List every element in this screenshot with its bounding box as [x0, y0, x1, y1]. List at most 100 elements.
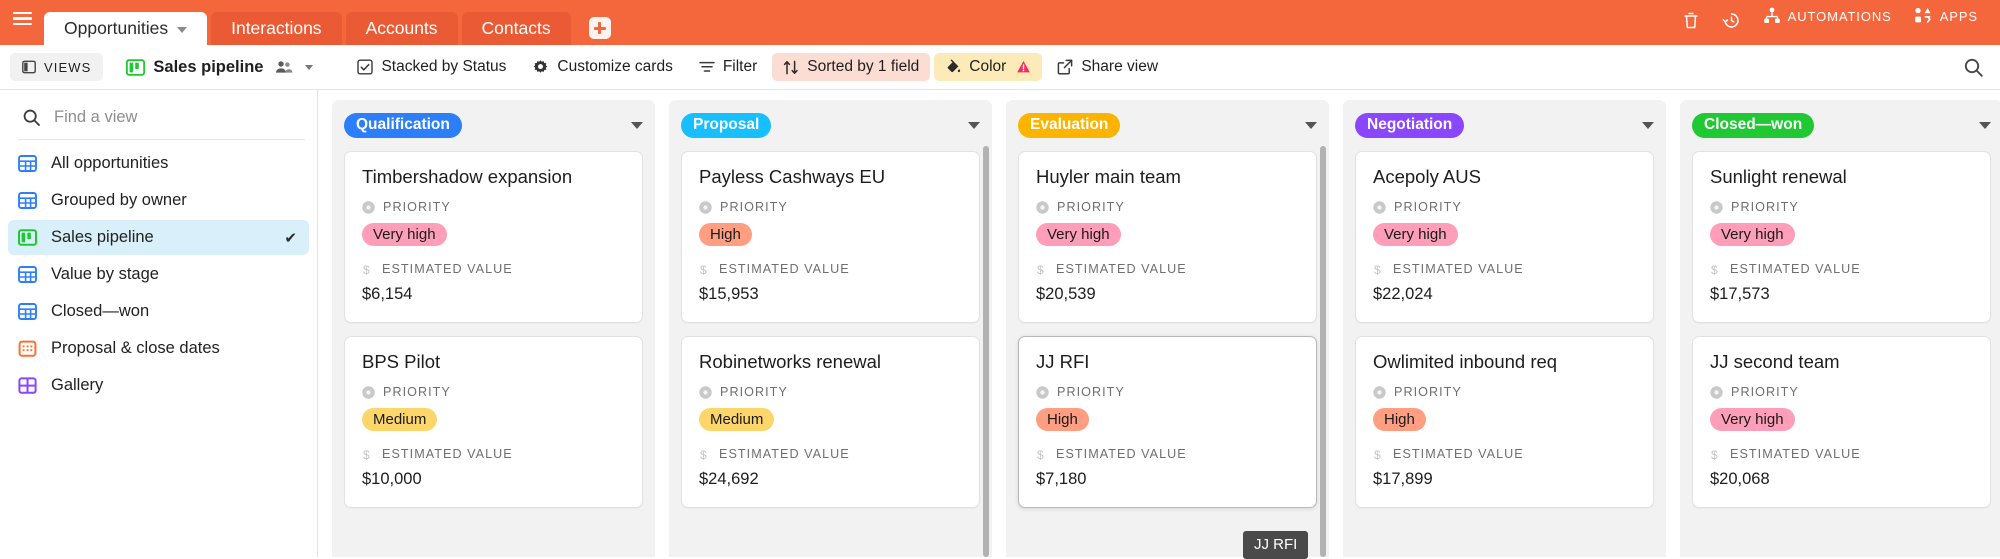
- customize-cards-button[interactable]: Customize cards: [521, 53, 683, 81]
- chevron-down-icon[interactable]: [305, 64, 314, 70]
- hamburger-menu-button[interactable]: [0, 0, 44, 45]
- priority-tag: Very high: [1710, 223, 1795, 246]
- field-label-value: $ ESTIMATED VALUE: [699, 447, 962, 461]
- estimated-value: $17,899: [1373, 470, 1433, 488]
- kanban-column-proposal: Proposal Payless Cashways EU PRIORITY Hi…: [669, 100, 992, 557]
- priority-tag: Very high: [1373, 223, 1458, 246]
- priority-tag: Very high: [362, 223, 447, 246]
- tab-accounts[interactable]: Accounts: [345, 12, 458, 45]
- kanban-card[interactable]: JJ second team PRIORITY Very high $ ESTI…: [1692, 336, 1991, 508]
- card-field-priority: PRIORITY Medium: [362, 385, 625, 431]
- svg-text:$: $: [1374, 263, 1382, 276]
- field-label-priority: PRIORITY: [1710, 385, 1973, 399]
- card-field-value: $ ESTIMATED VALUE $20,539: [1036, 262, 1299, 304]
- currency-icon: $: [363, 448, 370, 461]
- estimated-value: $20,539: [1036, 285, 1096, 303]
- share-external-icon: [1057, 59, 1073, 75]
- filter-button[interactable]: Filter: [688, 53, 768, 81]
- stacked-by-button[interactable]: Stacked by Status: [346, 53, 517, 81]
- add-table-button[interactable]: [588, 17, 611, 39]
- single-select-icon: [1710, 385, 1723, 399]
- sidebar-item-grouped-by-owner[interactable]: Grouped by owner: [8, 183, 309, 218]
- kanban-card[interactable]: Sunlight renewal PRIORITY Very high $ ES…: [1692, 151, 1991, 323]
- tab-opportunities[interactable]: Opportunities: [44, 12, 208, 45]
- paint-bucket-icon: [948, 59, 961, 73]
- chevron-down-icon[interactable]: [1305, 121, 1317, 129]
- kanban-card[interactable]: Timbershadow expansion PRIORITY Very hig…: [344, 151, 643, 323]
- kanban-card[interactable]: Huyler main team PRIORITY Very high $ ES…: [1018, 151, 1317, 323]
- currency-icon: $: [1374, 263, 1382, 276]
- field-label-priority: PRIORITY: [1373, 200, 1636, 214]
- share-view-button[interactable]: Share view: [1046, 53, 1169, 81]
- grid-table-icon: [18, 303, 37, 320]
- column-header: Evaluation: [1018, 112, 1317, 138]
- value-label-text: ESTIMATED VALUE: [719, 262, 850, 276]
- priority-label-text: PRIORITY: [1731, 385, 1799, 399]
- column-scrollbar[interactable]: [983, 146, 989, 557]
- chevron-down-icon[interactable]: [177, 26, 188, 33]
- find-view-input[interactable]: [54, 108, 299, 127]
- sort-button[interactable]: Sorted by 1 field: [772, 53, 931, 81]
- chevron-down-icon[interactable]: [1979, 121, 1991, 129]
- sidebar-item-closed-won[interactable]: Closed—won: [8, 294, 309, 329]
- history-button[interactable]: [1722, 0, 1741, 40]
- stacked-by-label: Stacked by Status: [381, 58, 507, 75]
- views-toggle-button[interactable]: VIEWS: [10, 53, 104, 81]
- card-field-priority: PRIORITY Very high: [362, 200, 625, 246]
- color-button[interactable]: Color: [934, 53, 1043, 81]
- tab-interactions-label: Interactions: [231, 18, 322, 38]
- find-view-row[interactable]: [0, 100, 317, 139]
- kanban-card[interactable]: BPS Pilot PRIORITY Medium $ ESTIMATED VA…: [344, 336, 643, 508]
- chevron-down-icon[interactable]: [1642, 121, 1654, 129]
- current-view-button[interactable]: Sales pipeline: [115, 53, 324, 81]
- single-select-icon: [362, 385, 375, 399]
- sidebar-item-all-opportunities[interactable]: All opportunities: [8, 146, 309, 181]
- kanban-card-focused[interactable]: JJ RFI PRIORITY High $ ESTIMATED VALUE $…: [1018, 336, 1317, 508]
- svg-text:$: $: [1037, 263, 1045, 276]
- kanban-card[interactable]: Payless Cashways EU PRIORITY High $ ESTI…: [681, 151, 980, 323]
- sidebar-item-sales-pipeline[interactable]: Sales pipeline ✔: [8, 220, 309, 255]
- sidebar-item-proposal-close-dates[interactable]: Proposal & close dates: [8, 331, 309, 366]
- grid-table-icon: [18, 192, 37, 209]
- kanban-icon: [18, 229, 37, 246]
- card-field-priority: PRIORITY High: [1373, 385, 1636, 431]
- apps-button[interactable]: APPS: [1914, 7, 1978, 35]
- card-field-value: $ ESTIMATED VALUE $22,024: [1373, 262, 1636, 304]
- trash-button[interactable]: [1682, 0, 1700, 40]
- chevron-down-icon[interactable]: [631, 121, 643, 129]
- toolbar-search-button[interactable]: [1963, 57, 1984, 78]
- card-title: JJ second team: [1710, 351, 1840, 372]
- sidebar-item-label: Value by stage: [51, 265, 159, 283]
- kanban-card[interactable]: Robinetworks renewal PRIORITY Medium $ E…: [681, 336, 980, 508]
- grid-table-icon: [18, 155, 37, 172]
- priority-label-text: PRIORITY: [1731, 200, 1799, 214]
- tab-interactions[interactable]: Interactions: [211, 12, 342, 45]
- automations-button[interactable]: AUTOMATIONS: [1763, 7, 1892, 35]
- value-label-text: ESTIMATED VALUE: [1056, 447, 1187, 461]
- search-icon: [1964, 58, 1983, 77]
- column-scrollbar[interactable]: [1320, 146, 1326, 557]
- field-label-priority: PRIORITY: [1710, 200, 1973, 214]
- share-view-label: Share view: [1081, 58, 1159, 75]
- kanban-card[interactable]: Acepoly AUS PRIORITY Very high $ ESTIMAT…: [1355, 151, 1654, 323]
- grid-table-icon: [18, 266, 37, 283]
- priority-tag: Very high: [1710, 408, 1795, 431]
- chevron-down-icon[interactable]: [968, 121, 980, 129]
- field-label-value: $ ESTIMATED VALUE: [699, 262, 962, 276]
- single-select-icon: [699, 200, 712, 214]
- column-header: Proposal: [681, 112, 980, 138]
- sidebar-item-gallery[interactable]: Gallery: [8, 368, 309, 403]
- single-select-icon: [699, 385, 712, 399]
- kanban-board: Qualification Timbershadow expansion PRI…: [318, 90, 2000, 557]
- tab-contacts[interactable]: Contacts: [461, 12, 571, 45]
- card-field-priority: PRIORITY Medium: [699, 385, 962, 431]
- kanban-card[interactable]: Owlimited inbound req PRIORITY High $ ES…: [1355, 336, 1654, 508]
- card-field-value: $ ESTIMATED VALUE $7,180: [1036, 447, 1299, 489]
- views-label: VIEWS: [44, 59, 92, 75]
- field-label-priority: PRIORITY: [1036, 200, 1299, 214]
- card-title: Payless Cashways EU: [699, 166, 886, 187]
- sidebar-item-check-icon: ✔: [284, 229, 297, 247]
- sidebar-item-value-by-stage[interactable]: Value by stage: [8, 257, 309, 292]
- card-field-priority: PRIORITY Very high: [1710, 200, 1973, 246]
- single-select-icon: [1710, 200, 1723, 214]
